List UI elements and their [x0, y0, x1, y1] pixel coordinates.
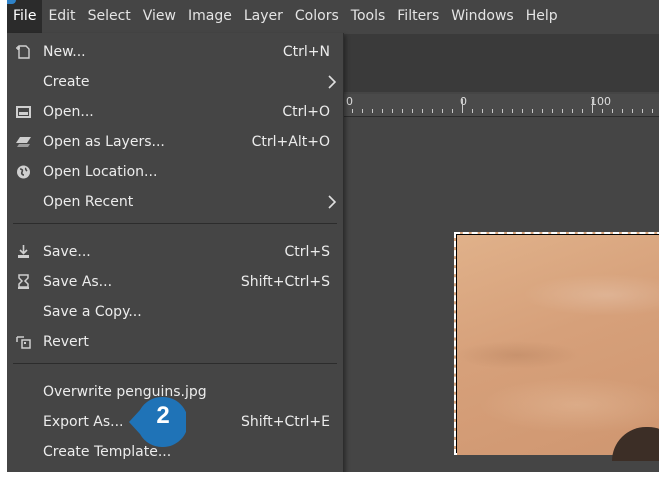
menu-image[interactable]: Image — [182, 0, 238, 33]
ruler-tick — [652, 109, 653, 113]
ruler-tick — [452, 109, 453, 113]
menu-item-create[interactable]: Create — [7, 67, 343, 97]
ruler-tick — [572, 109, 573, 113]
callout-number: 2 — [156, 402, 170, 429]
horizontal-ruler[interactable]: 0 0 100 — [342, 94, 659, 117]
ruler-tick — [562, 109, 563, 113]
revert-icon — [16, 336, 31, 349]
chevron-right-icon — [328, 195, 337, 209]
ruler-label-100: 100 — [590, 95, 611, 108]
chevron-right-icon — [328, 75, 337, 89]
ruler-tick — [362, 109, 363, 113]
menu-item-label: Save a Copy... — [43, 304, 142, 320]
ruler-tick — [392, 109, 393, 113]
desert-image — [457, 235, 659, 455]
menu-filters[interactable]: Filters — [391, 0, 445, 33]
ruler-tick — [492, 109, 493, 113]
save-icon — [18, 245, 29, 258]
ruler-tick — [542, 109, 543, 113]
ruler-tick — [432, 109, 433, 113]
menu-select[interactable]: Select — [82, 0, 137, 33]
gimp-window: File Edit Select View Image Layer Colors… — [7, 0, 659, 472]
menu-item-save[interactable]: Save... Ctrl+S — [7, 237, 343, 267]
ruler-tick — [352, 109, 353, 113]
menu-item-shortcut: Ctrl+N — [282, 44, 330, 60]
menu-layer[interactable]: Layer — [238, 0, 289, 33]
ruler-tick — [642, 109, 643, 113]
menu-item-label: Save As... — [43, 274, 113, 290]
menu-item-label: Open Recent — [43, 194, 134, 210]
menu-bar: File Edit Select View Image Layer Colors… — [7, 0, 659, 33]
menu-item-label: Save... — [43, 244, 91, 260]
layers-icon — [16, 137, 31, 147]
menu-item-label: Open... — [43, 104, 94, 120]
menu-item-revert[interactable]: Revert — [7, 327, 343, 357]
open-image-icon — [16, 106, 31, 118]
menu-item-shortcut: Ctrl+Alt+O — [251, 134, 330, 150]
ruler-tick — [482, 109, 483, 113]
ruler-tick — [422, 109, 423, 113]
ruler-tick — [612, 109, 613, 113]
menu-item-open-location[interactable]: Open Location... — [7, 157, 343, 187]
ruler-tick — [602, 109, 603, 113]
menu-item-shortcut: Ctrl+S — [284, 244, 330, 260]
menu-view[interactable]: View — [137, 0, 182, 33]
ruler-tick — [412, 109, 413, 113]
menu-item-label: Export As... — [43, 414, 124, 430]
menu-item-open-recent[interactable]: Open Recent — [7, 187, 343, 217]
image-tab-strip[interactable] — [342, 34, 659, 92]
ruler-tick — [552, 109, 553, 113]
menu-colors[interactable]: Colors — [289, 0, 345, 33]
ruler-tick — [472, 109, 473, 113]
ruler-tick — [442, 109, 443, 113]
menu-item-shortcut: Shift+Ctrl+E — [240, 414, 330, 430]
menu-item-label: Open as Layers... — [43, 134, 165, 150]
menu-item-open-as-layers[interactable]: Open as Layers... Ctrl+Alt+O — [7, 127, 343, 157]
image-canvas[interactable] — [454, 232, 659, 461]
save-as-icon — [18, 274, 29, 289]
ruler-tick — [592, 99, 593, 113]
menu-item-shortcut: Shift+Ctrl+S — [240, 274, 330, 290]
menu-item-shortcut: Ctrl+O — [282, 104, 330, 120]
menu-item-label: Create — [43, 74, 90, 90]
ruler-tick — [622, 109, 623, 113]
menu-tools[interactable]: Tools — [345, 0, 392, 33]
step-callout: 2 — [128, 394, 189, 450]
ruler-tick — [522, 109, 523, 113]
menu-item-label: Revert — [43, 334, 89, 350]
menu-item-save-as[interactable]: Save As... Shift+Ctrl+S — [7, 267, 343, 297]
ruler-tick — [502, 109, 503, 113]
ruler-tick — [402, 109, 403, 113]
ruler-tick — [582, 109, 583, 113]
menu-help[interactable]: Help — [520, 0, 564, 33]
menu-item-label: Open Location... — [43, 164, 158, 180]
menu-item-open[interactable]: Open... Ctrl+O — [7, 97, 343, 127]
ruler-tick — [382, 109, 383, 113]
menu-edit[interactable]: Edit — [42, 0, 81, 33]
ruler-tick — [462, 99, 463, 113]
ruler-tick — [632, 109, 633, 113]
ruler-tick — [512, 109, 513, 113]
new-page-icon — [16, 45, 30, 59]
globe-icon — [17, 165, 30, 179]
menu-separator — [13, 223, 337, 224]
ruler-tick — [532, 109, 533, 113]
menu-item-new[interactable]: New... Ctrl+N — [7, 37, 343, 67]
menu-separator — [13, 363, 337, 364]
ruler-tick — [372, 109, 373, 113]
menu-windows[interactable]: Windows — [445, 0, 520, 33]
menu-item-label: New... — [43, 44, 86, 60]
ruler-label-0: 0 — [346, 95, 353, 108]
menu-item-save-a-copy[interactable]: Save a Copy... — [7, 297, 343, 327]
menu-file[interactable]: File — [7, 0, 43, 33]
